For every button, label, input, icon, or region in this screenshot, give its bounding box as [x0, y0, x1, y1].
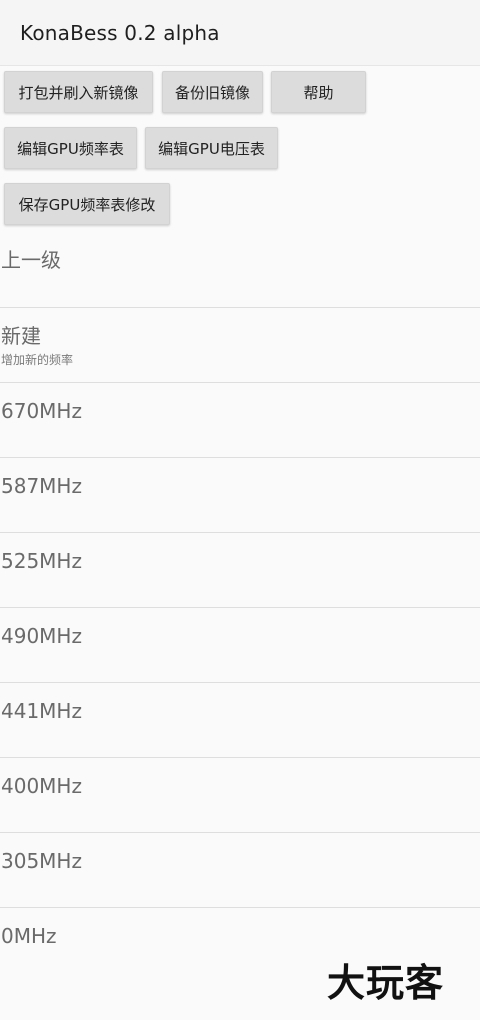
list-item-frequency[interactable]: 305MHz [0, 833, 480, 908]
list-item-frequency[interactable]: 400MHz [0, 758, 480, 833]
frequency-label: 587MHz [1, 474, 82, 498]
app-bar: KonaBess 0.2 alpha [0, 0, 480, 66]
list-item-frequency[interactable]: 490MHz [0, 608, 480, 683]
list-item-frequency[interactable]: 670MHz [0, 383, 480, 458]
list-item-frequency[interactable]: 525MHz [0, 533, 480, 608]
list-item-title: 上一级 [1, 248, 61, 272]
list-item-subtitle: 增加新的频率 [1, 353, 74, 367]
list-item-back[interactable]: 上一级 [0, 226, 480, 308]
list-item-frequency[interactable]: 587MHz [0, 458, 480, 533]
help-button[interactable]: 帮助 [271, 71, 366, 113]
edit-gpu-freq-table-button[interactable]: 编辑GPU频率表 [4, 127, 137, 169]
frequency-label: 0MHz [1, 924, 57, 948]
frequency-label: 670MHz [1, 399, 82, 423]
watermark-logo: 大玩客 [327, 961, 445, 1005]
backup-old-image-button[interactable]: 备份旧镜像 [162, 71, 263, 113]
list-item-frequency[interactable]: 441MHz [0, 683, 480, 758]
list-item-title: 新建 [1, 324, 41, 348]
save-gpu-freq-table-button[interactable]: 保存GPU频率表修改 [4, 183, 170, 225]
app-title: KonaBess 0.2 alpha [20, 21, 220, 45]
edit-gpu-voltage-table-button[interactable]: 编辑GPU电压表 [145, 127, 278, 169]
list-item-new[interactable]: 新建 增加新的频率 [0, 308, 480, 383]
frequency-label: 305MHz [1, 849, 82, 873]
frequency-label: 490MHz [1, 624, 82, 648]
flash-new-image-button[interactable]: 打包并刷入新镜像 [4, 71, 153, 113]
frequency-label: 525MHz [1, 549, 82, 573]
frequency-label: 441MHz [1, 699, 82, 723]
frequency-label: 400MHz [1, 774, 82, 798]
